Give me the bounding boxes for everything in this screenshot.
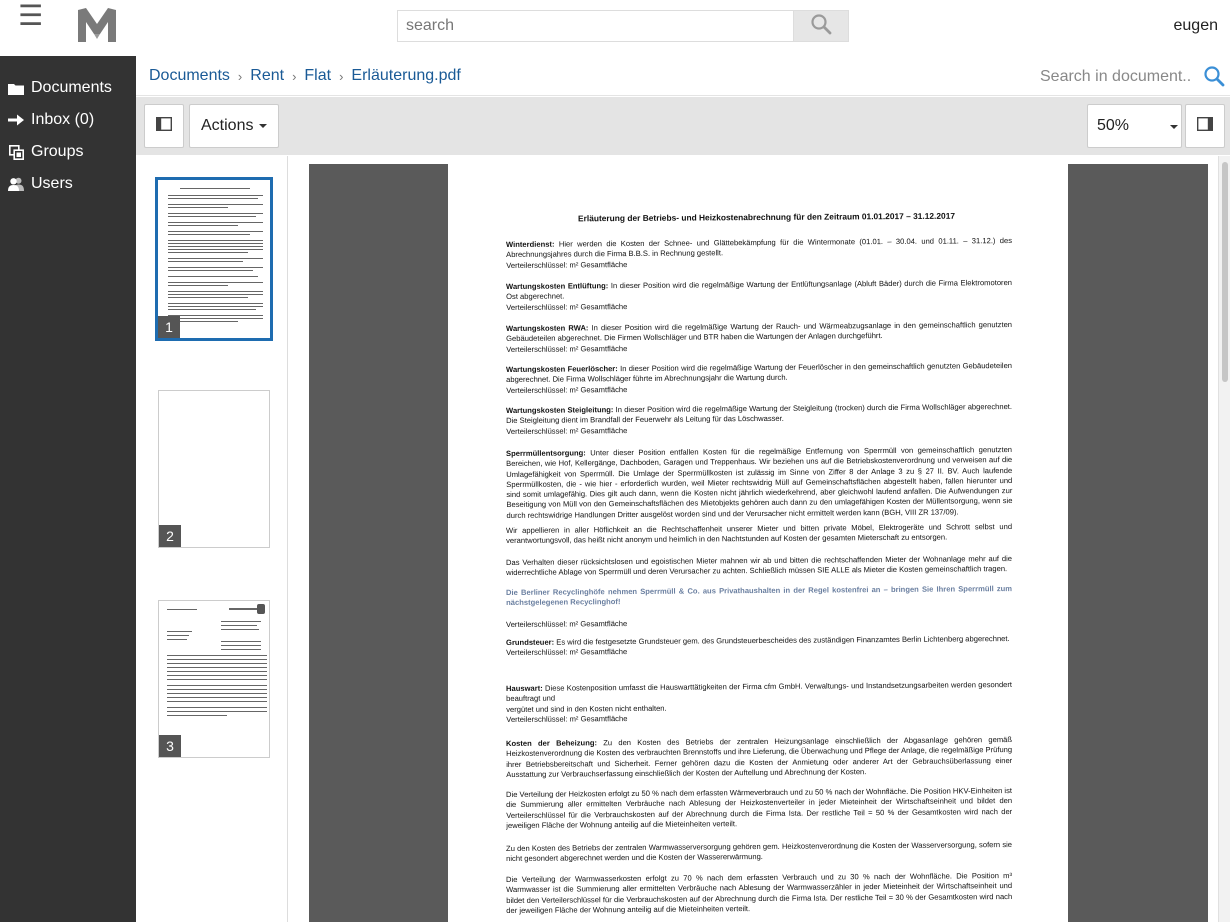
sidebar-item-label: Groups (31, 143, 84, 160)
right-panel-toggle-icon (1196, 116, 1214, 136)
viewer-scrollbar[interactable] (1218, 156, 1230, 922)
page-thumbnail-2[interactable]: 2 (158, 390, 270, 548)
breadcrumb-documents[interactable]: Documents (149, 67, 230, 85)
sidebar-item-label: Documents (31, 79, 112, 96)
distribution-key: Verteilerschlüssel: m² Gesamtfläche (506, 301, 628, 312)
sidebar-item-label: Inbox (0) (31, 111, 95, 128)
distribution-key: Verteilerschlüssel: m² Gesamtfläche (506, 259, 628, 270)
section-winterdienst: Winterdienst: Hier werden die Kosten der… (506, 236, 1012, 271)
document-search-input[interactable] (1040, 66, 1190, 88)
zoom-value: 50% (1097, 117, 1130, 134)
recycling-note: Die Berliner Recyclinghöfe nehmen Sperrm… (506, 584, 1013, 608)
section-text: vergütet und sind in den Kosten nicht en… (506, 703, 667, 714)
hamburger-menu-icon[interactable]: ☰ (18, 2, 43, 30)
section-heading: Kosten der Beheizung: (506, 738, 598, 748)
breadcrumb-bar: Documents › Rent › Flat › Erläuterung.pd… (136, 56, 1230, 96)
thumbnail-panel: 1 2 3 (142, 156, 288, 922)
sidebar-item-users[interactable]: Users (0, 168, 136, 200)
section-rwa: Wartungskosten RWA: In dieser Position w… (506, 320, 1012, 355)
distribution-key: Verteilerschlüssel: m² Gesamtfläche (506, 343, 628, 354)
breadcrumb-separator: › (292, 68, 297, 84)
distribution-key: Verteilerschlüssel: m² Gesamtfläche (506, 713, 628, 724)
scrollbar-thumb[interactable] (1222, 162, 1228, 382)
distribution-key: Verteilerschlüssel: m² Gesamtfläche (506, 647, 628, 658)
sidebar-item-groups[interactable]: Groups (0, 136, 136, 168)
breadcrumb-separator: › (339, 68, 344, 84)
groups-icon (7, 144, 25, 160)
distribution-key: Verteilerschlüssel: m² Gesamtfläche (506, 384, 628, 395)
breadcrumb-flat[interactable]: Flat (304, 67, 331, 85)
toggle-right-panel-button[interactable] (1185, 104, 1225, 148)
section-heading: Wartungskosten Entlüftung: (506, 281, 609, 291)
page-thumbnail-1[interactable]: 1 (155, 177, 273, 341)
distribution-key: Verteilerschlüssel: m² Gesamtfläche (506, 425, 628, 436)
section-feuerloescher: Wartungskosten Feuerlöscher: In dieser P… (506, 361, 1012, 396)
page-number-badge: 1 (158, 316, 180, 338)
breadcrumb-separator: › (237, 68, 243, 84)
section-heading: Hauswart: (506, 683, 543, 693)
page-number-badge: 3 (159, 735, 181, 757)
search-icon (810, 13, 832, 40)
zoom-select[interactable]: 50% (1087, 104, 1182, 148)
top-bar: ☰ eugen (0, 0, 1230, 56)
sidebar: Documents Inbox (0) Groups Users (0, 56, 136, 922)
breadcrumb: Documents › Rent › Flat › Erläuterung.pd… (149, 67, 461, 85)
distribution-key: Verteilerschlüssel: m² Gesamtfläche (506, 619, 628, 629)
section-heading: Wartungskosten Feuerlöscher: (506, 364, 618, 374)
section-text: Hier werden die Kosten der Schnee- und G… (506, 236, 1013, 260)
section-heading: Sperrmüllentsorgung: (506, 448, 586, 458)
section-text: Es wird die festgesetzte Grundsteuer gem… (554, 634, 1010, 647)
viewer-toolbar: Actions 50% (136, 97, 1230, 155)
section-grundsteuer: Grundsteuer: Es wird die festgesetzte Gr… (506, 634, 1012, 659)
arrow-right-icon (7, 112, 25, 128)
page-thumbnail-3[interactable]: 3 (158, 600, 270, 758)
sidebar-toggle-icon (155, 116, 173, 136)
chevron-down-icon (259, 124, 268, 128)
section-sperrmuell: Sperrmüllentsorgung: Unter dieser Positi… (506, 445, 1013, 521)
app-logo[interactable] (76, 6, 118, 44)
section-hauswart: Hauswart: Diese Kostenposition umfasst d… (506, 680, 1012, 725)
breadcrumb-current-file[interactable]: Erläuterung.pdf (351, 67, 460, 85)
document-title: Erläuterung der Betriebs- und Heizkosten… (577, 210, 956, 224)
section-heading: Grundsteuer: (506, 637, 555, 647)
toggle-sidebar-button[interactable] (144, 104, 184, 148)
section-heading: Wartungskosten RWA: (506, 323, 589, 333)
section-heading: Winterdienst: (506, 239, 555, 249)
page-number-badge: 2 (159, 525, 181, 547)
search-button[interactable] (793, 10, 849, 42)
appeal-paragraph: Wir appellieren in aller Höflichkeit an … (506, 522, 1013, 546)
section-steigleitung: Wartungskosten Steigleitung: In dieser P… (506, 402, 1012, 437)
global-search (397, 10, 849, 42)
pdf-page: Erläuterung der Betriebs- und Heizkosten… (448, 164, 1068, 922)
search-icon[interactable] (1203, 65, 1225, 87)
sidebar-item-documents[interactable]: Documents (0, 72, 136, 104)
actions-label: Actions (201, 117, 254, 134)
hot-water-paragraph: Zu den Kosten des Betriebs der zentralen… (506, 840, 1013, 864)
actions-dropdown[interactable]: Actions (189, 104, 279, 148)
breadcrumb-rent[interactable]: Rent (250, 67, 284, 85)
search-input[interactable] (397, 10, 793, 42)
hot-water-distribution-paragraph: Die Verteilung der Warmwasserkosten erfo… (506, 871, 1013, 915)
sidebar-item-inbox[interactable]: Inbox (0) (0, 104, 136, 136)
section-text: Diese Kostenposition umfasst die Hauswar… (506, 680, 1013, 704)
heating-distribution-paragraph: Die Verteilung der Heizkosten erfolgt zu… (506, 786, 1013, 830)
document-viewer: Erläuterung der Betriebs- und Heizkosten… (289, 156, 1230, 922)
user-menu[interactable]: eugen (1174, 17, 1219, 35)
appeal-paragraph: Das Verhalten dieser rücksichtslosen und… (506, 554, 1013, 578)
sidebar-item-label: Users (31, 175, 73, 192)
section-heading: Wartungskosten Steigleitung: (506, 405, 614, 415)
users-icon (7, 176, 25, 192)
folder-icon (7, 80, 25, 96)
chevron-down-icon (1170, 125, 1178, 129)
section-entlueftung: Wartungskosten Entlüftung: In dieser Pos… (506, 278, 1012, 313)
section-beheizung: Kosten der Beheizung: Zu den Kosten des … (506, 735, 1012, 780)
